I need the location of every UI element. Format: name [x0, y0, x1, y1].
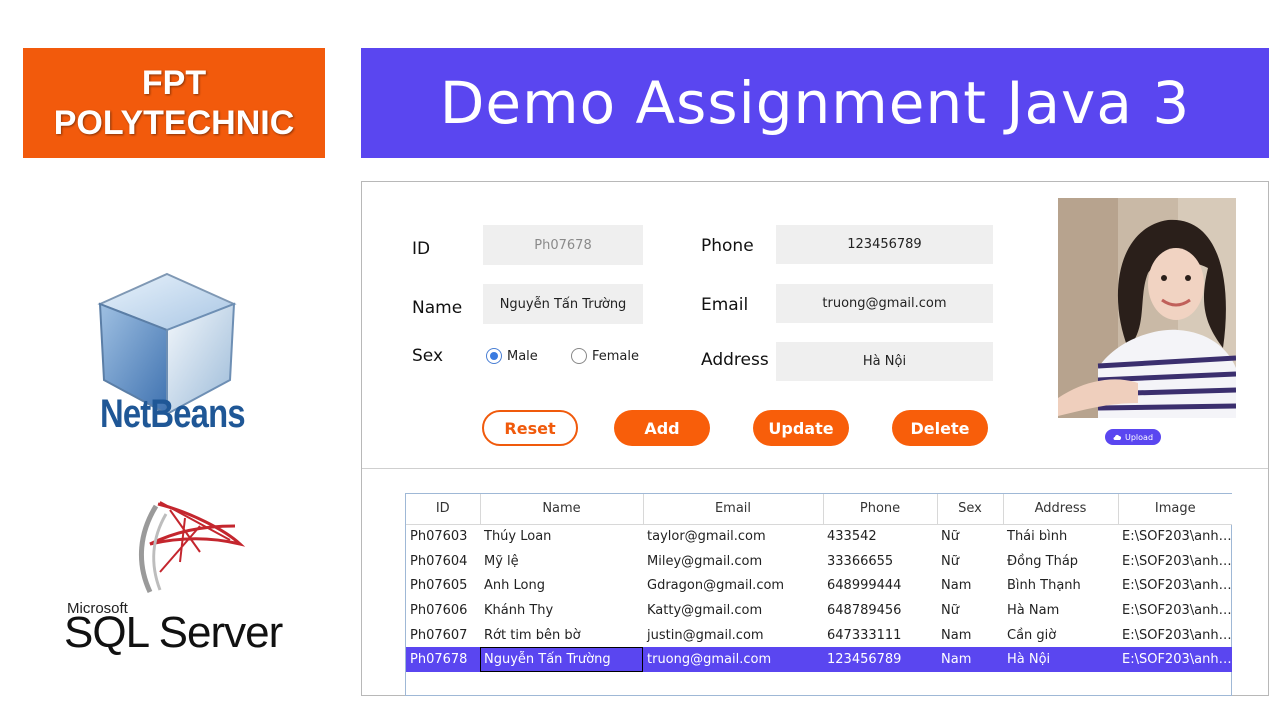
cell-address: Hà Nội: [1003, 647, 1118, 673]
email-label: Email: [701, 295, 749, 315]
id-field[interactable]: Ph07678: [483, 225, 643, 265]
sql-server-icon: [138, 501, 246, 594]
col-header-address[interactable]: Address: [1003, 494, 1119, 525]
cell-image: E:\SOF203\anhA...: [1122, 627, 1232, 643]
cell-phone: 123456789: [823, 647, 937, 673]
table-row[interactable]: Ph07603 Thúy Loan taylor@gmail.com 43354…: [406, 524, 1232, 549]
upload-label: Upload: [1124, 432, 1154, 442]
cell-phone: 648999444: [827, 578, 902, 594]
cell-email: truong@gmail.com: [643, 647, 823, 673]
name-label: Name: [412, 298, 463, 318]
cell-image: E:\SOF203\anhA...: [1118, 647, 1232, 673]
fpt-polytechnic-badge: FPT POLYTECHNIC: [23, 48, 325, 158]
col-header-email[interactable]: Email: [643, 494, 824, 525]
cell-address: Hà Nam: [1007, 602, 1060, 618]
phone-field[interactable]: 123456789: [776, 225, 993, 264]
cell-image: E:\SOF203\anhA...: [1122, 553, 1232, 569]
cell-name: Khánh Thy: [484, 602, 554, 618]
cell-email: Gdragon@gmail.com: [647, 578, 785, 594]
cell-phone: 33366655: [827, 553, 894, 569]
add-button[interactable]: Add: [614, 410, 710, 446]
cell-id: Ph07606: [410, 602, 468, 618]
sex-male-label: Male: [507, 348, 538, 364]
cell-id: Ph07607: [410, 627, 468, 643]
update-button[interactable]: Update: [753, 410, 849, 446]
table-row[interactable]: Ph07607 Rớt tim bên bờ justin@gmail.com …: [406, 623, 1232, 648]
cell-email: justin@gmail.com: [647, 627, 764, 643]
cell-email: Katty@gmail.com: [647, 602, 763, 618]
form-panel: ID Ph07678 Name Nguyễn Tấn Trường Sex Ma…: [362, 182, 1268, 469]
email-field[interactable]: truong@gmail.com: [776, 284, 993, 323]
title-banner: Demo Assignment Java 3: [361, 48, 1269, 158]
cell-email: Miley@gmail.com: [647, 553, 763, 569]
app-window: ID Ph07678 Name Nguyễn Tấn Trường Sex Ma…: [361, 181, 1269, 696]
cell-sex: Nam: [937, 647, 1003, 673]
table-row-selected[interactable]: Ph07678 Nguyễn Tấn Trường truong@gmail.c…: [406, 647, 1232, 673]
cell-phone: 433542: [827, 529, 877, 545]
cell-address: Thái bình: [1007, 529, 1068, 545]
cell-name: Thúy Loan: [484, 529, 552, 545]
profile-photo: [1058, 198, 1236, 418]
students-table[interactable]: ID Name Email Phone Sex Address Image Ph…: [405, 493, 1232, 696]
sex-female-radio[interactable]: Female: [571, 348, 639, 364]
cell-sex: Nữ: [941, 529, 959, 545]
radio-checked-icon: [486, 348, 502, 364]
cell-sex: Nữ: [941, 553, 959, 569]
cell-address: Cần giờ: [1007, 627, 1057, 643]
page-title: Demo Assignment Java 3: [439, 69, 1191, 137]
cell-name: Anh Long: [484, 578, 545, 594]
table-header-row: ID Name Email Phone Sex Address Image: [406, 494, 1232, 525]
name-field[interactable]: Nguyễn Tấn Trường: [483, 284, 643, 324]
cell-address: Đồng Tháp: [1007, 553, 1079, 569]
cell-id: Ph07604: [410, 553, 468, 569]
upload-button[interactable]: Upload: [1105, 429, 1161, 445]
cell-address: Bình Thạnh: [1007, 578, 1081, 594]
col-header-name[interactable]: Name: [480, 494, 644, 525]
cell-image: E:\SOF203\anhA...: [1122, 602, 1232, 618]
phone-label: Phone: [701, 236, 754, 256]
sex-female-label: Female: [592, 348, 640, 364]
sql-server-wordmark: SQL Server: [64, 608, 283, 657]
cloud-upload-icon: [1113, 434, 1122, 440]
cell-phone: 647333111: [827, 627, 902, 643]
cell-name-focused[interactable]: Nguyễn Tấn Trường: [480, 647, 643, 673]
cell-id: Ph07678: [406, 647, 480, 673]
address-field[interactable]: Hà Nội: [776, 342, 993, 381]
cell-sex: Nam: [941, 627, 972, 643]
address-label: Address: [701, 350, 769, 370]
cell-image: E:\SOF203\anhA...: [1122, 578, 1232, 594]
col-header-image[interactable]: Image: [1118, 494, 1232, 525]
sex-male-radio[interactable]: Male: [486, 348, 538, 364]
col-header-sex[interactable]: Sex: [937, 494, 1004, 525]
cell-name: Mỹ lệ: [484, 553, 519, 569]
table-row[interactable]: Ph07605 Anh Long Gdragon@gmail.com 64899…: [406, 573, 1232, 598]
badge-line-2: POLYTECHNIC: [53, 104, 295, 142]
cell-sex: Nữ: [941, 602, 959, 618]
radio-unchecked-icon: [571, 348, 587, 364]
id-label: ID: [412, 239, 431, 259]
cell-image: E:\SOF203\anhA...: [1122, 529, 1232, 545]
cell-id: Ph07605: [410, 578, 468, 594]
netbeans-wordmark: NetBeans: [100, 392, 246, 436]
cell-sex: Nam: [941, 578, 972, 594]
col-header-id[interactable]: ID: [406, 494, 481, 525]
sex-label: Sex: [412, 346, 444, 366]
cell-email: taylor@gmail.com: [647, 529, 766, 545]
table-row[interactable]: Ph07604 Mỹ lệ Miley@gmail.com 33366655 N…: [406, 549, 1232, 574]
cell-name: Rớt tim bên bờ: [484, 627, 581, 643]
delete-button[interactable]: Delete: [892, 410, 988, 446]
reset-button[interactable]: Reset: [482, 410, 578, 446]
cell-id: Ph07603: [410, 529, 468, 545]
table-row[interactable]: Ph07606 Khánh Thy Katty@gmail.com 648789…: [406, 598, 1232, 623]
badge-line-1: FPT: [141, 64, 207, 102]
cell-phone: 648789456: [827, 602, 902, 618]
col-header-phone[interactable]: Phone: [823, 494, 938, 525]
